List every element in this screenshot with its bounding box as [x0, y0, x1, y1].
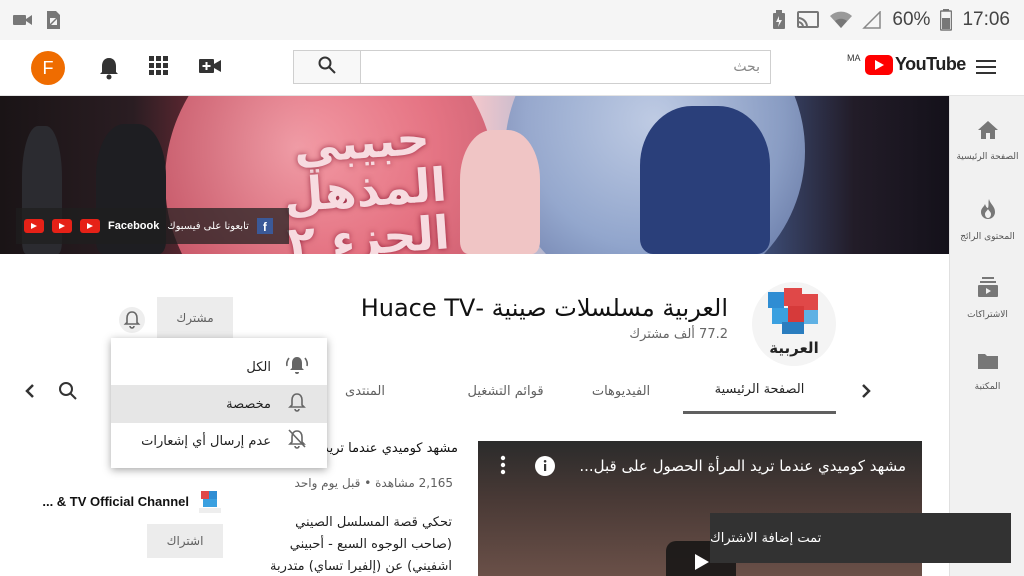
video-call-icon — [12, 12, 34, 28]
subscribed-button[interactable]: مشترك — [157, 297, 233, 339]
search-button[interactable] — [294, 51, 361, 83]
bell-off-icon — [285, 428, 309, 454]
channel-name: العربية مسلسلات صينية -Huace TV — [360, 294, 728, 322]
bell-icon — [285, 391, 309, 417]
youtube-logo[interactable]: MA YouTube — [847, 53, 966, 75]
trending-icon — [979, 198, 997, 224]
youtube-link-icon[interactable] — [52, 219, 72, 233]
cast-icon — [796, 10, 820, 30]
guide-rail: الصفحة الرئيسية المحتوى الرائج الاشتراكا… — [949, 96, 1024, 576]
search-icon — [318, 56, 336, 78]
video-overlay-title: مشهد كوميدي عندما تريد المرأة الحصول على… — [579, 457, 906, 475]
create-video-icon[interactable] — [198, 56, 222, 76]
wifi-icon — [830, 11, 853, 29]
channel-banner: حبيبي المذهل الجزء ٢ Facebook تابعونا عل… — [0, 96, 949, 254]
toast-text: تمت إضافة الاشتراك — [710, 530, 822, 546]
channel-search-icon[interactable] — [58, 381, 78, 405]
option-label: مخصصة — [226, 396, 271, 412]
library-icon — [977, 352, 999, 374]
banner-figure — [640, 106, 770, 254]
rail-item-trending[interactable]: المحتوى الرائج — [950, 198, 1024, 242]
facebook-label[interactable]: Facebook — [108, 220, 159, 232]
rail-item-library[interactable]: المكتبة — [950, 352, 1024, 392]
youtube-link-icon[interactable] — [24, 219, 44, 233]
tab-community[interactable]: المنتدى — [330, 368, 400, 414]
rail-item-home[interactable]: الصفحة الرئيسية — [950, 120, 1024, 162]
rail-label: المكتبة — [974, 382, 1001, 392]
battery-saver-icon — [772, 10, 786, 30]
rail-label: الاشتراكات — [967, 310, 1008, 320]
status-bar: 60% 17:06 — [0, 0, 1024, 40]
notifications-icon[interactable] — [98, 56, 120, 80]
youtube-link-icon[interactable] — [80, 219, 100, 233]
notification-bell-icon[interactable] — [118, 306, 146, 338]
youtube-play-icon — [865, 54, 893, 75]
video-meta: 2,165 مشاهدة • قبل يوم واحد — [294, 476, 453, 490]
other-channel-logo[interactable] — [199, 490, 221, 514]
apps-grid-icon[interactable] — [149, 56, 169, 76]
region-code: MA — [847, 53, 861, 63]
video-description: تحكي قصة المسلسل الصيني (صاحب الوجوه الس… — [270, 515, 452, 574]
more-options-icon[interactable] — [500, 455, 506, 479]
subscriptions-icon — [977, 276, 999, 302]
battery-icon — [940, 9, 953, 31]
option-label: عدم إرسال أي إشعارات — [141, 433, 271, 449]
logo-wordmark: YouTube — [895, 54, 966, 74]
notification-menu: الكل مخصصة عدم إرسال أي إشعارات — [111, 338, 327, 468]
hamburger-menu-icon[interactable] — [975, 58, 997, 80]
info-icon[interactable] — [534, 455, 556, 481]
tabs-next-arrow-icon[interactable] — [856, 381, 876, 405]
subscriber-count: 77.2 ألف مشترك — [629, 327, 728, 342]
tabs-prev-arrow-icon[interactable] — [20, 381, 40, 405]
facebook-icon[interactable]: f — [256, 218, 273, 234]
tab-playlists[interactable]: قوائم التشغيل — [448, 368, 563, 414]
bell-ringing-icon — [285, 354, 309, 380]
search-input[interactable] — [361, 51, 770, 83]
other-channel-subscribe-button[interactable]: اشتراك — [147, 524, 223, 558]
video-title[interactable]: مشهد كوميدي عندما تريد — [323, 441, 458, 456]
clock: 17:06 — [962, 9, 1010, 30]
rail-label: المحتوى الرائج — [960, 232, 1015, 242]
search-box — [293, 50, 771, 84]
option-label: الكل — [246, 359, 271, 375]
channel-logo[interactable]: العربية — [752, 282, 836, 366]
notification-option-custom[interactable]: مخصصة — [111, 385, 327, 423]
top-bar: F MA YouTube — [0, 40, 1024, 96]
notification-option-all[interactable]: الكل — [111, 348, 327, 386]
home-icon — [977, 120, 999, 144]
play-icon — [692, 553, 710, 575]
notification-option-none[interactable]: عدم إرسال أي إشعارات — [111, 422, 327, 460]
sim-off-icon — [44, 10, 62, 30]
avatar[interactable]: F — [31, 51, 65, 85]
rail-item-subscriptions[interactable]: الاشتراكات — [950, 276, 1024, 320]
other-channel-name[interactable]: ... & TV Official Channel — [42, 494, 189, 509]
banner-social-links: Facebook تابعونا على فيسبوك f — [16, 208, 289, 244]
facebook-arabic-label: تابعونا على فيسبوك — [167, 220, 249, 232]
cell-signal-icon — [862, 11, 882, 29]
battery-level: 60% — [892, 9, 931, 30]
channel-logo-text: العربية — [769, 339, 819, 357]
tab-home[interactable]: الصفحة الرئيسية — [683, 368, 836, 414]
tab-videos[interactable]: الفيديوهات — [566, 368, 676, 414]
snackbar-toast: تمت إضافة الاشتراك — [710, 513, 1011, 563]
rail-label: الصفحة الرئيسية — [956, 152, 1019, 162]
